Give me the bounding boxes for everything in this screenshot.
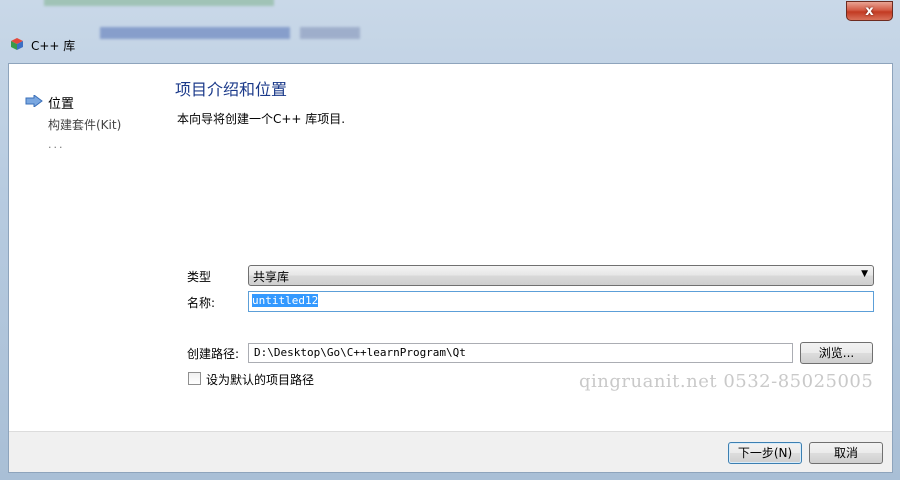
type-selected-value: 共享库 (253, 270, 290, 284)
step-more: ... (48, 138, 65, 151)
page-title: 项目介绍和位置 (175, 80, 288, 99)
close-button[interactable]: x (846, 1, 893, 21)
name-input[interactable]: untitled12 (248, 291, 874, 312)
cancel-button[interactable]: 取消 (809, 442, 883, 464)
wizard-content: 位置 构建套件(Kit) ... 项目介绍和位置 本向导将创建一个C++ 库项目… (8, 63, 893, 473)
dropdown-arrow-icon: ▼ (861, 269, 868, 279)
next-button[interactable]: 下一步(N) (728, 442, 802, 464)
watermark-text: qingruanit.net 0532-85025005 (579, 371, 874, 392)
type-label: 类型 (187, 270, 212, 284)
default-path-checkbox[interactable] (188, 372, 201, 385)
browse-button[interactable]: 浏览... (800, 342, 873, 364)
step-location: 位置 (48, 97, 75, 112)
step-kits: 构建套件(Kit) (48, 118, 122, 132)
title-bar[interactable]: C++ 库 x (0, 0, 900, 62)
path-label: 创建路径: (187, 347, 240, 361)
wizard-steps-sidebar: 位置 构建套件(Kit) ... (9, 64, 159, 424)
name-value-selected: untitled12 (252, 294, 319, 307)
current-step-arrow-icon (25, 94, 43, 108)
page-description: 本向导将创建一个C++ 库项目. (177, 112, 346, 126)
default-path-checkbox-label[interactable]: 设为默认的项目路径 (206, 371, 314, 388)
type-dropdown[interactable]: 共享库 ▼ (248, 265, 874, 286)
name-label: 名称: (187, 296, 216, 310)
wizard-footer: 下一步(N) 取消 (9, 431, 892, 472)
close-icon: x (865, 3, 874, 19)
path-input[interactable]: D:\Desktop\Go\C++learnProgram\Qt (248, 343, 793, 363)
path-value: D:\Desktop\Go\C++learnProgram\Qt (254, 346, 466, 359)
window-frame: C++ 库 x 位置 构建套件(Kit) ... 项目介绍和位置 本向导将创建一… (0, 0, 900, 480)
qt-cube-icon (10, 37, 24, 51)
window-title: C++ 库 (31, 39, 76, 53)
